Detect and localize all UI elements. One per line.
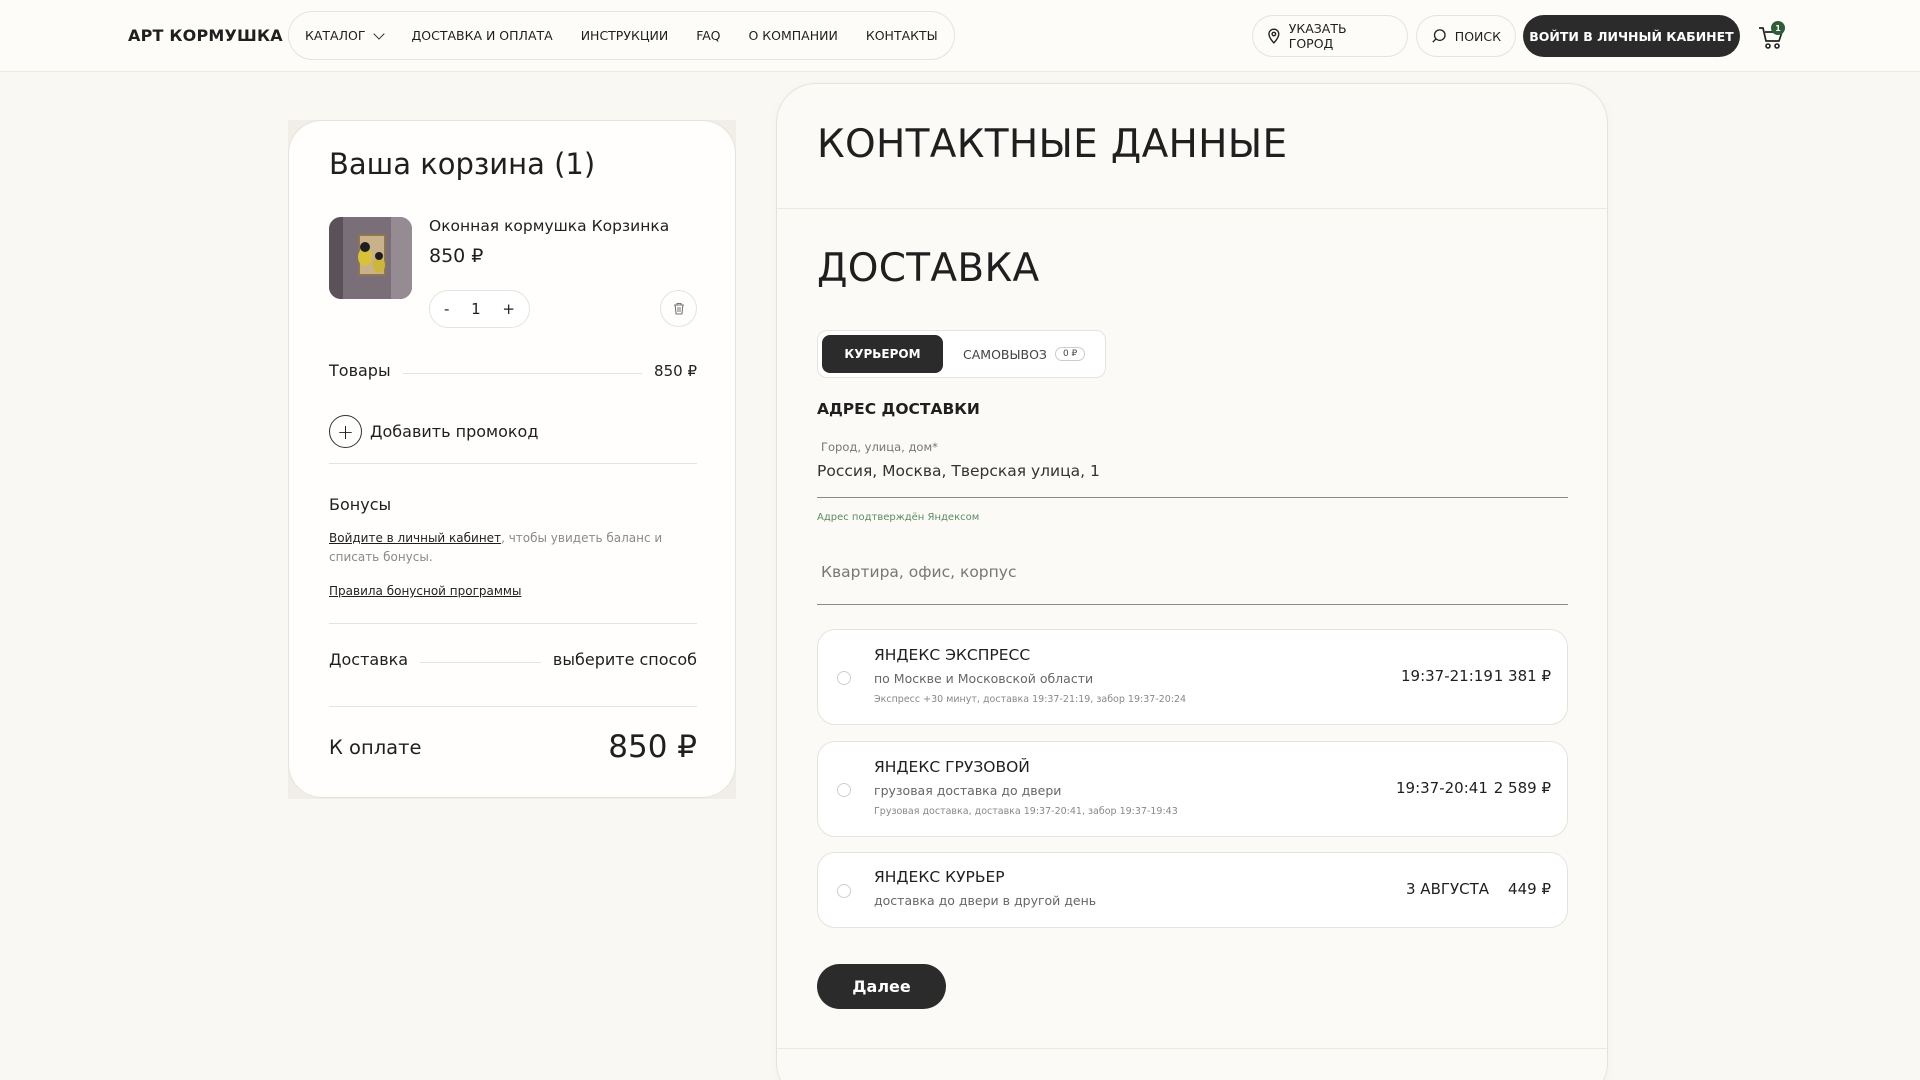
option-subtitle: доставка до двери в другой день	[874, 893, 1097, 908]
nav-catalog-label: КАТАЛОГ	[305, 28, 366, 43]
goods-total-row: Товары 850 ₽	[329, 361, 697, 380]
total-value: 850 ₽	[608, 729, 697, 765]
tab-pickup-label: САМОВЫВОЗ	[963, 346, 1047, 362]
address-confirmed-note: Адрес подтверждён Яндексом	[817, 512, 980, 523]
contact-section-title[interactable]: КОНТАКТНЫЕ ДАННЫЕ	[817, 122, 1287, 167]
option-details: Грузовая доставка, доставка 19:37-20:41,…	[874, 806, 1178, 817]
total-label: К оплате	[329, 735, 422, 759]
quantity-value[interactable]: 1	[471, 300, 481, 318]
bonus-description: Войдите в личный кабинет, чтобы увидеть …	[329, 529, 669, 567]
option-subtitle: по Москве и Московской области	[874, 671, 1094, 686]
nav-delivery-payment[interactable]: ДОСТАВКА И ОПЛАТА	[411, 28, 552, 43]
product-price: 850 ₽	[429, 245, 484, 267]
delivery-method-tabs: КУРЬЕРОМ САМОВЫВОЗ 0 ₽	[817, 330, 1106, 378]
product-name[interactable]: Оконная кормушка Корзинка	[429, 217, 669, 235]
bonus-rules-link[interactable]: Правила бонусной программы	[329, 584, 521, 598]
delivery-option-cargo[interactable]: ЯНДЕКС ГРУЗОВОЙ грузовая доставка до две…	[817, 741, 1568, 837]
add-promo-label: Добавить промокод	[370, 422, 539, 441]
option-time: 3 АВГУСТА	[1406, 880, 1490, 898]
row-leader-line	[420, 662, 541, 663]
cart-title: Ваша корзина (1)	[329, 147, 596, 181]
pickup-price-badge: 0 ₽	[1054, 347, 1086, 361]
option-title: ЯНДЕКС ГРУЗОВОЙ	[874, 758, 1030, 776]
quantity-decrease-button[interactable]: -	[444, 300, 449, 318]
add-promo-button[interactable]: + Добавить промокод	[329, 415, 538, 448]
delivery-section-title: ДОСТАВКА	[817, 246, 1040, 291]
section-divider	[777, 1048, 1607, 1049]
divider	[329, 463, 697, 464]
tab-pickup[interactable]: САМОВЫВОЗ 0 ₽	[963, 346, 1086, 362]
delivery-option-express[interactable]: ЯНДЕКС ЭКСПРЕСС по Москве и Московской о…	[817, 629, 1568, 725]
divider	[329, 623, 697, 624]
site-header: АРТ КОРМУШКА КАТАЛОГ ДОСТАВКА И ОПЛАТА И…	[0, 0, 1920, 72]
delivery-option-courier[interactable]: ЯНДЕКС КУРЬЕР доставка до двери в другой…	[817, 852, 1568, 928]
divider	[329, 706, 697, 707]
next-button[interactable]: Далее	[817, 964, 946, 1009]
nav-instructions[interactable]: ИНСТРУКЦИИ	[581, 28, 669, 43]
city-selector-label: УКАЗАТЬ ГОРОД	[1288, 21, 1347, 51]
cart-summary-card: Ваша корзина (1) Оконная кормушка Корзин…	[288, 120, 736, 798]
remove-item-button[interactable]	[660, 290, 697, 327]
login-button[interactable]: ВОЙТИ В ЛИЧНЫЙ КАБИНЕТ	[1523, 15, 1740, 57]
option-price: 449 ₽	[1508, 880, 1551, 898]
radio-button[interactable]	[837, 671, 851, 685]
option-title: ЯНДЕКС ЭКСПРЕСС	[874, 646, 1031, 664]
cart-count-badge: 1	[1771, 21, 1785, 35]
main-nav: КАТАЛОГ ДОСТАВКА И ОПЛАТА ИНСТРУКЦИИ FAQ…	[288, 11, 955, 60]
nav-about[interactable]: О КОМПАНИИ	[748, 28, 837, 43]
tab-courier[interactable]: КУРЬЕРОМ	[822, 335, 943, 373]
option-subtitle: грузовая доставка до двери	[874, 783, 1062, 798]
checkout-form-card: КОНТАКТНЫЕ ДАННЫЕ ДОСТАВКА КУРЬЕРОМ САМО…	[776, 83, 1608, 1080]
chevron-down-icon	[373, 27, 386, 40]
option-title: ЯНДЕКС КУРЬЕР	[874, 868, 1005, 886]
option-time: 19:37-20:41	[1396, 779, 1488, 797]
site-logo[interactable]: АРТ КОРМУШКА	[128, 26, 283, 45]
option-details: Экспресс +30 минут, доставка 19:37-21:19…	[874, 694, 1187, 705]
trash-icon	[673, 302, 684, 315]
option-time: 19:37-21:19	[1401, 667, 1493, 685]
goods-value: 850 ₽	[654, 361, 697, 380]
apartment-input[interactable]	[817, 554, 1568, 590]
location-pin-icon	[1268, 28, 1280, 44]
address-field-underline	[817, 497, 1568, 498]
radio-button[interactable]	[837, 884, 851, 898]
total-row: К оплате 850 ₽	[329, 729, 697, 765]
quantity-increase-button[interactable]: +	[502, 300, 515, 318]
bonus-title: Бонусы	[329, 495, 392, 514]
nav-contacts[interactable]: КОНТАКТЫ	[866, 28, 938, 43]
delivery-cost-row: Доставка выберите способ	[329, 650, 697, 669]
apartment-input-underline	[817, 604, 1568, 605]
city-selector-button[interactable]: УКАЗАТЬ ГОРОД	[1252, 15, 1408, 57]
address-section-title: АДРЕС ДОСТАВКИ	[817, 400, 980, 418]
bonus-login-link[interactable]: Войдите в личный кабинет	[329, 531, 501, 545]
nav-catalog[interactable]: КАТАЛОГ	[305, 27, 386, 43]
option-price: 2 589 ₽	[1493, 779, 1551, 797]
row-leader-line	[402, 373, 643, 374]
delivery-label: Доставка	[329, 650, 409, 669]
section-divider	[777, 208, 1607, 209]
search-button[interactable]: ПОИСК	[1416, 15, 1516, 57]
search-label: ПОИСК	[1454, 28, 1501, 44]
delivery-value: выберите способ	[552, 650, 697, 669]
option-price: 1 381 ₽	[1493, 667, 1551, 685]
product-image[interactable]	[329, 217, 412, 299]
plus-icon: +	[329, 415, 362, 448]
radio-button[interactable]	[837, 783, 851, 797]
search-icon	[1432, 29, 1446, 43]
address-field-label: Город, улица, дом*	[821, 440, 938, 454]
quantity-stepper: - 1 +	[429, 290, 530, 328]
address-field[interactable]: Россия, Москва, Тверская улица, 1	[817, 462, 1100, 480]
goods-label: Товары	[329, 361, 391, 380]
nav-faq[interactable]: FAQ	[696, 28, 720, 43]
